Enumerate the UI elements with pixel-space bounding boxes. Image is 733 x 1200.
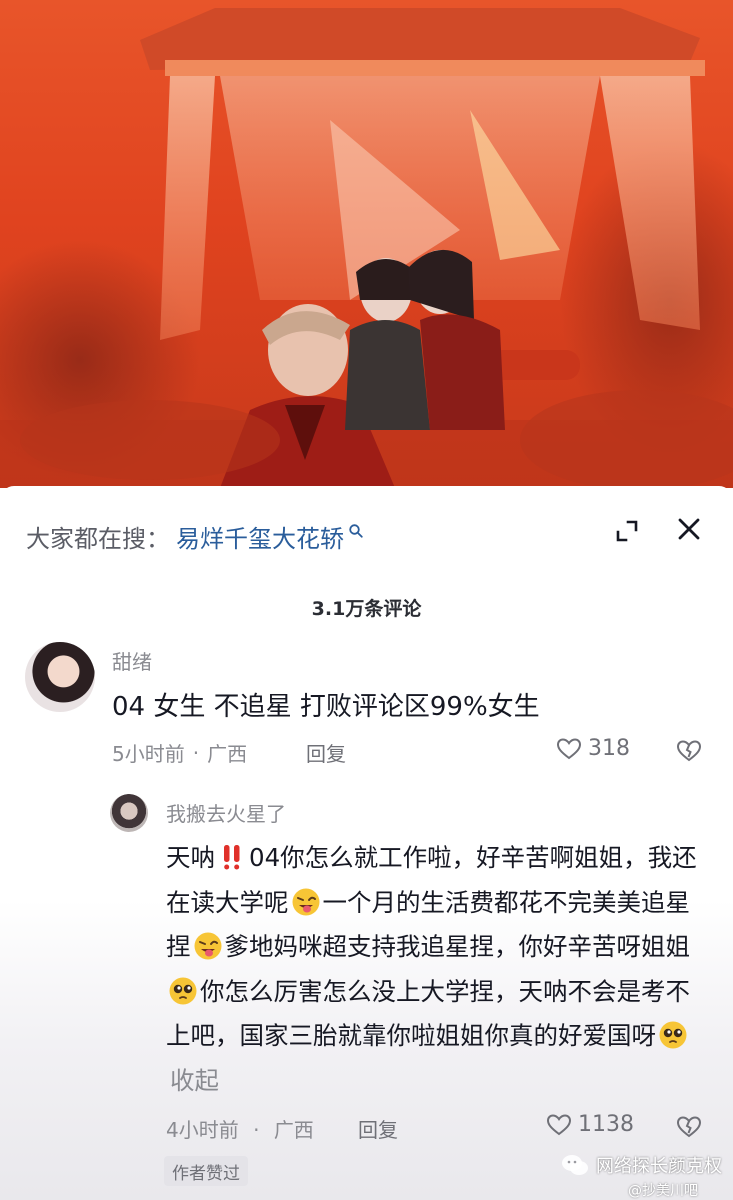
reply-location: 广西 [273, 1118, 314, 1142]
heart-icon [546, 1113, 572, 1135]
reply-to-reply-button[interactable]: 回复 [358, 1114, 398, 1143]
reply-like-button[interactable]: 1138 [546, 1112, 634, 1137]
reply-avatar[interactable] [110, 794, 148, 832]
author-liked-badge: 作者赞过 [164, 1156, 248, 1186]
video-frame[interactable] [0, 0, 733, 488]
search-prefix: 大家都在搜： [26, 524, 170, 553]
like-button[interactable]: 318 [556, 736, 630, 761]
watermark: 网络探长颜克权 [560, 1152, 722, 1178]
comment-location: 广西 [207, 742, 248, 766]
meta-separator: · [253, 1118, 260, 1142]
reply-username[interactable]: 我搬去火星了 [166, 798, 286, 827]
reply-text: 天呐 04你怎么就工作啦，好辛苦啊姐姐，我还在读大学呢 一个月的生活费都花不完美美追… [166, 836, 706, 1103]
reply-text-part: 你怎么厉害怎么没上大学捏，天呐不会是考不上吧，国家三胎就靠你啦姐姐你真的好爱国呀 [166, 976, 690, 1051]
watermark-text: 网络探长颜克权 [596, 1156, 722, 1177]
winking-tongue-icon [194, 932, 221, 960]
reply-time: 4小时前 [166, 1118, 239, 1142]
expand-icon[interactable] [612, 516, 642, 546]
collapse-link[interactable]: 收起 [170, 1066, 219, 1095]
search-suggestion[interactable]: 大家都在搜： 易烊千玺大花轿 [26, 516, 364, 556]
comment-count: 3.1万条评论 [311, 598, 422, 620]
comment-meta: 5小时前 · 广西 [112, 738, 247, 767]
reply-text-part: 爹地妈咪超支持我追星捏，你好辛苦呀姐姐 [224, 932, 691, 961]
watermark-sub: @抄美川吧 [628, 1183, 698, 1199]
avatar[interactable] [25, 642, 95, 712]
broken-heart-icon[interactable] [676, 738, 702, 764]
broken-heart-icon[interactable] [676, 1114, 702, 1140]
double-exclamation-icon [224, 845, 240, 870]
comment-username[interactable]: 甜绪 [112, 646, 152, 675]
close-icon[interactable] [674, 514, 704, 544]
wechat-icon [562, 1155, 588, 1175]
reply-meta: 4小时前 · 广西 [166, 1114, 314, 1143]
comment-time: 5小时前 [112, 742, 185, 766]
video-frame-artwork [0, 8, 733, 488]
reply-button[interactable]: 回复 [306, 738, 346, 767]
heart-icon [556, 737, 582, 759]
reply-like-count: 1138 [578, 1112, 634, 1137]
search-term-link[interactable]: 易烊千玺大花轿 [176, 519, 344, 554]
comment-text: 04 女生 不追星 打败评论区99%女生 [112, 692, 540, 722]
pleading-face-icon [659, 1021, 687, 1049]
comment-sheet: 大家都在搜： 易烊千玺大花轿 3.1万条评论 甜绪 04 女生 不追星 打败评论… [0, 486, 733, 1200]
pleading-face-icon [169, 977, 197, 1004]
winking-tongue-icon [292, 888, 319, 915]
search-icon[interactable] [348, 523, 364, 539]
meta-separator: · [192, 740, 200, 765]
reply-text-part: 天呐 [166, 843, 215, 872]
like-count: 318 [588, 736, 630, 761]
